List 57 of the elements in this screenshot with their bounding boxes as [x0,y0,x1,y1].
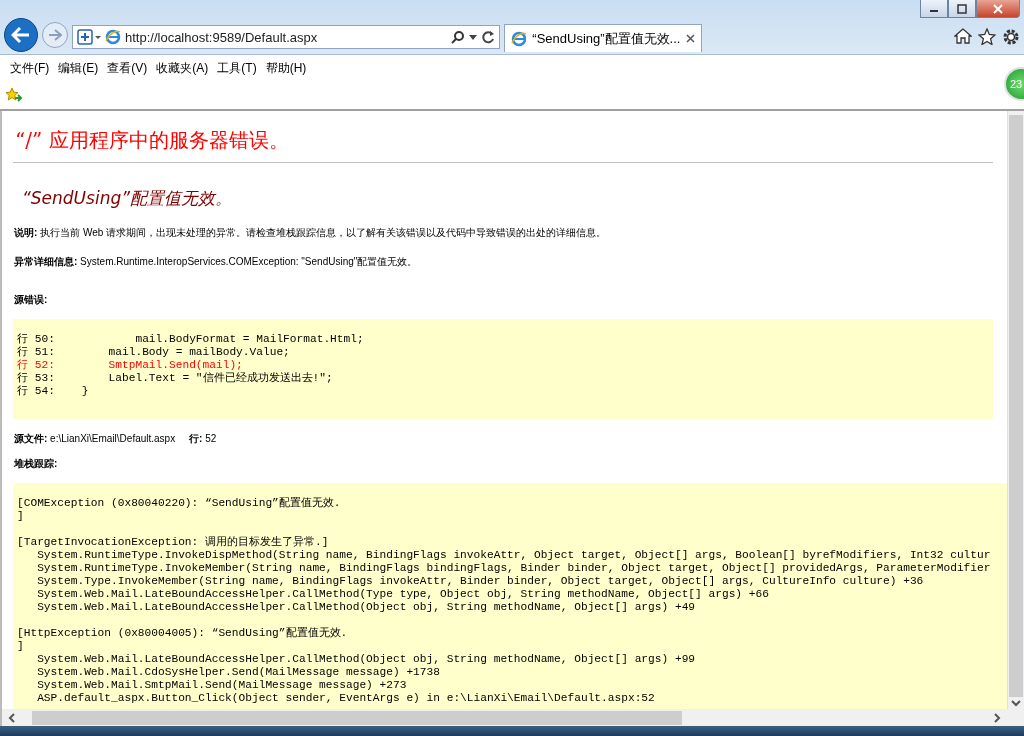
menu-item[interactable]: 工具(T) [213,57,261,79]
url-text: http://localhost:9589/Default.aspx [125,29,319,45]
vertical-scrollbar[interactable] [1007,111,1024,709]
description-text: 说明: 执行当前 Web 请求期间，出现未处理的异常。请检查堆栈跟踪信息，以了解有关该错误以及代码中导致错误的出处的详细信息。 [14,227,608,239]
stack-trace-line: ASP.default_aspx.Button_Click(Object sender, EventArgs e) in e:\LianXi\Email\Default.aspx:52 [36,692,656,705]
code-line: 行 52: SmtpMail.Send(mail); [17,359,244,372]
stack-trace-line: System.RuntimeType.InvokeDispMethod(String name, BindingFlags invokeAttr, Object target, Object[] args, Boolean[] byrefModifiers, Int32 cultur [36,549,992,562]
add-favorite-icon[interactable] [5,87,23,103]
source-file-text: 源文件: e:\LianXi\Email\Default.aspx 行: 52 [14,433,218,445]
code-line: 行 53: Label.Text = "信件已经成功发送出去!"; [17,372,334,385]
refresh-icon [481,30,495,44]
stack-trace-line: [COMException (0x80040220): “SendUsing”配置值无效. [17,497,342,510]
stack-trace-line: System.Web.Mail.LateBoundAccessHelper.CallMethod(Object obj, String methodName, Object[] args) +99 [36,653,697,666]
menu-item[interactable]: 查看(V) [103,57,152,79]
horizontal-scrollbar[interactable] [2,709,1007,726]
close-icon[interactable] [686,34,695,43]
dropdown-icon [469,34,477,40]
stack-trace-line: System.RuntimeType.InvokeMember(String name, BindingFlags bindingFlags, Binder binder, Object target, Object[] providedArgs, ParameterModifier [36,562,992,575]
stack-trace-line: ] [17,640,25,653]
stack-trace-line: System.Web.Mail.CdoSysHelper.Send(MailMessage message) +1738 [36,666,441,679]
stack-trace-line: System.Web.Mail.LateBoundAccessHelper.CallMethod(Type type, Object obj, String methodName, Object[] args) +66 [36,588,770,601]
stack-trace-line: ] [17,510,25,523]
maximize-button[interactable] [948,0,976,18]
menu-item[interactable]: 编辑(E) [54,57,103,79]
minimize-button[interactable] [920,0,948,18]
maximize-icon [957,3,967,14]
code-line: 行 50: mail.BodyFormat = MailFormat.Html; [17,333,365,346]
back-button[interactable] [4,18,38,52]
address-bar[interactable]: http://localhost:9589/Default.aspx [72,25,500,49]
code-line: 行 51: mail.Body = mailBody.Value; [17,346,291,359]
left-arrow-icon [11,26,31,44]
home-icon[interactable] [954,28,972,44]
settings-icon[interactable] [1002,28,1020,46]
stack-trace-line: [HttpException (0x80004005): “SendUsing”配置值无效. [17,627,349,640]
stack-trace-line: [TargetInvocationException: 调用的目标发生了异常.] [17,536,330,549]
menu-item[interactable]: 帮助(H) [261,57,311,79]
search-icon [451,30,465,44]
right-arrow-icon [48,29,62,41]
close-button[interactable] [976,0,1020,18]
section-label: 堆栈跟踪: [14,457,59,471]
browser-tab[interactable]: “SendUsing”配置值无效... [504,24,702,52]
code-line: 行 54: } [17,385,90,398]
close-icon [993,3,1003,14]
exception-details: 异常详细信息: System.Runtime.InteropServices.COMException: "SendUsing"配置值无效。 [14,256,419,268]
stack-trace-line: System.Web.Mail.LateBoundAccessHelper.CallMethod(Object obj, String methodName, Object[] args) +49 [36,601,697,614]
stack-trace-line: System.Type.InvokeMember(String name, BindingFlags invokeAttr, Binder binder, Object target, Object[] args, CultureInfo culture) +36 [36,575,925,588]
star-icon[interactable] [978,28,996,45]
browser-logo-icon [105,29,121,45]
menu-item[interactable]: 文件(F) [6,57,54,79]
error-message: “SendUsing”配置值无效。 [22,187,234,210]
section-label: 源错误: [14,293,49,307]
error-title: “/” 应用程序中的服务器错误。 [15,127,290,154]
stack-trace-line: System.Web.Mail.SmtpMail.Send(MailMessage message) +273 [36,679,408,692]
menu-item[interactable]: 收藏夹(A) [152,57,213,79]
browser-logo-icon [511,30,527,47]
shield-icon [77,29,101,45]
tab-title: “SendUsing”配置值无效... [532,29,681,48]
